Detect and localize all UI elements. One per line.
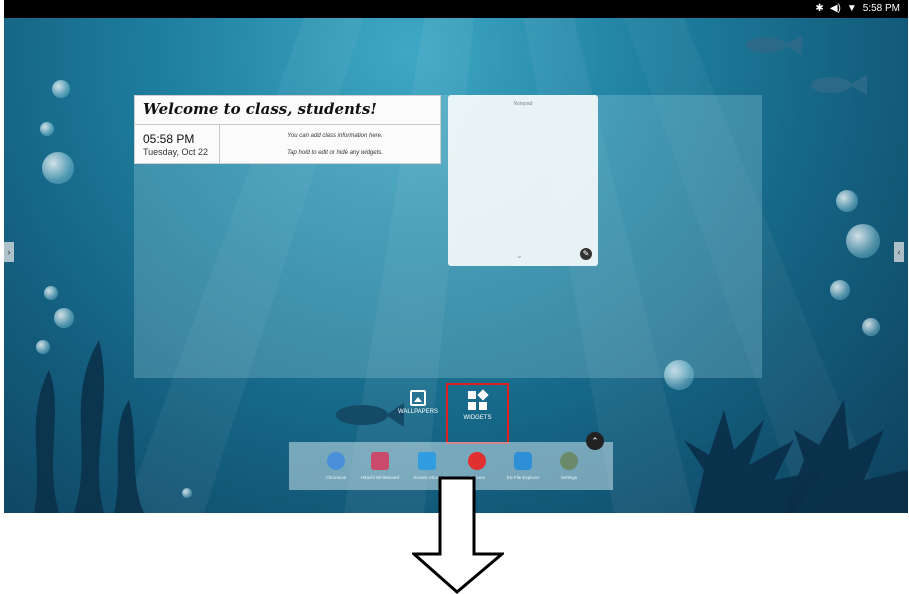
cast-icon: [418, 452, 436, 470]
welcome-title: Welcome to class, students!: [143, 100, 377, 118]
wallpapers-label: WALLPAPERS: [397, 409, 438, 415]
dock-app-settings[interactable]: Settings: [547, 448, 591, 480]
bubble: [862, 318, 880, 336]
welcome-widget[interactable]: Welcome to class, students! 05:58 PM Tue…: [134, 95, 441, 164]
bubble: [836, 190, 858, 212]
notepad-widget[interactable]: Notepad ⌄ ✎: [448, 95, 598, 266]
wifi-icon: ▼: [846, 3, 857, 14]
edit-pencil-icon[interactable]: ✎: [580, 248, 592, 260]
fish-decoration: [811, 75, 867, 95]
bubble: [830, 280, 850, 300]
widgets-label: WIDGETS: [463, 415, 492, 421]
chevron-down-icon[interactable]: ⌄: [516, 251, 523, 260]
chromium-icon: [327, 452, 345, 470]
notepad-title: Notepad: [513, 101, 533, 107]
left-page-arrow[interactable]: ›: [4, 242, 14, 262]
clock-time: 05:58 PM: [143, 132, 195, 146]
fish-decoration: [746, 35, 802, 55]
bubble: [40, 122, 54, 136]
bubble: [846, 224, 880, 258]
class-info-line: Tap hold to edit or hide any widgets.: [287, 150, 383, 156]
down-arrow-annotation: [412, 476, 504, 594]
whiteboard-icon: [371, 452, 389, 470]
bubble: [52, 80, 70, 98]
widgets-icon: [467, 389, 489, 411]
status-time: 5:58 PM: [862, 3, 900, 14]
dock-app-chromium[interactable]: Chromium: [314, 448, 358, 480]
divider: [219, 125, 220, 163]
dock-app-whiteboard[interactable]: Hitachi Whiteboard: [358, 448, 402, 480]
bubble: [42, 152, 74, 184]
wallpapers-button[interactable]: WALLPAPERS: [395, 390, 441, 430]
widgets-button[interactable]: WIDGETS: [446, 383, 509, 444]
bubble: [54, 308, 74, 328]
wallpaper-icon: [410, 390, 426, 406]
class-info-line: You can add class information here.: [287, 133, 383, 139]
bubble: [182, 488, 192, 498]
bubble: [44, 286, 58, 300]
gear-icon: [560, 452, 578, 470]
clock-date: Tuesday, Oct 22: [143, 147, 209, 157]
dock-app-es-file-explorer[interactable]: ES File Explorer: [501, 448, 545, 480]
bubble: [36, 340, 50, 354]
fish-decoration: [336, 403, 404, 427]
status-bar: ✱ ◀) ▼ 5:58 PM: [4, 0, 908, 18]
record-icon: [468, 452, 486, 470]
bluetooth-icon: ✱: [815, 3, 824, 14]
volume-icon: ◀): [829, 3, 841, 14]
divider: [135, 124, 440, 125]
es-file-icon: [514, 452, 532, 470]
right-page-arrow[interactable]: ‹: [894, 242, 904, 262]
